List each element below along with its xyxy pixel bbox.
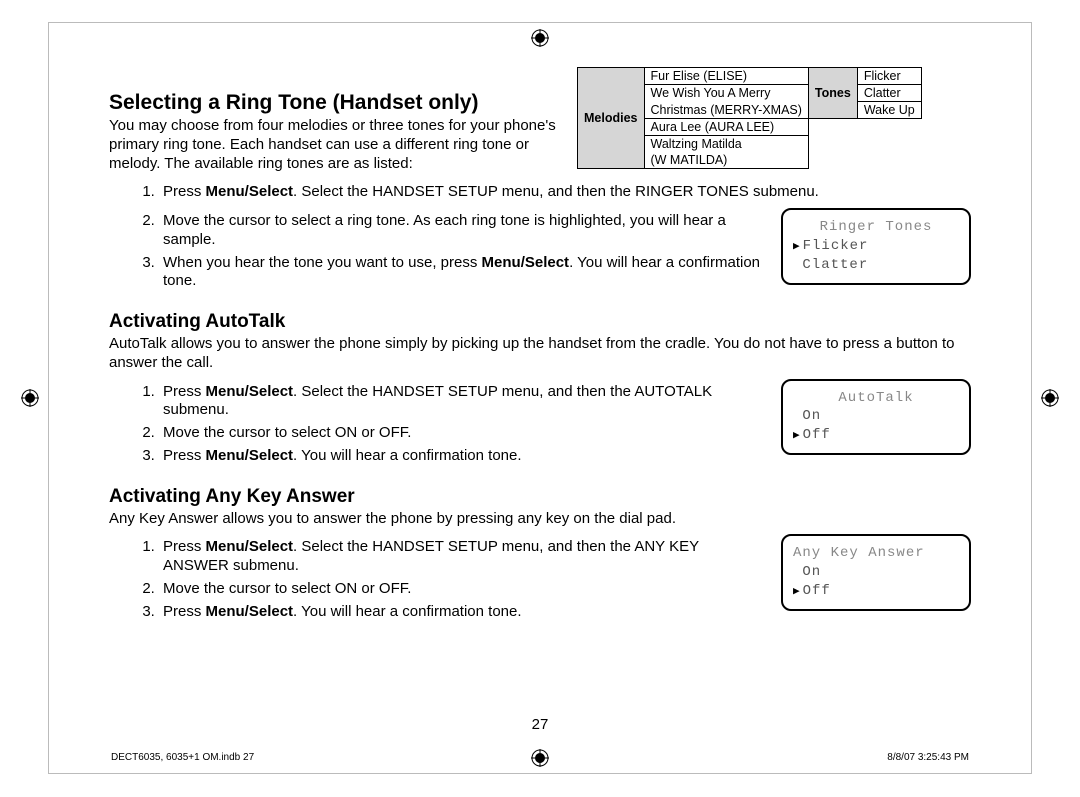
tones-header: Tones xyxy=(808,68,857,119)
footer-filename: DECT6035, 6035+1 OM.indb 27 xyxy=(111,752,254,763)
melodies-header: Melodies xyxy=(578,68,645,169)
step: Press Menu/Select. You will hear a confi… xyxy=(159,447,763,466)
section1-heading: Selecting a Ring Tone (Handset only) xyxy=(109,91,559,115)
page-number: 27 xyxy=(532,716,549,733)
section2-intro: AutoTalk allows you to answer the phone … xyxy=(109,335,971,373)
lcd-title: Any Key Answer xyxy=(793,544,959,563)
manual-page: Selecting a Ring Tone (Handset only) You… xyxy=(48,22,1032,774)
melody-cell: Christmas (MERRY-XMAS) xyxy=(644,102,808,119)
lcd-title: Ringer Tones xyxy=(793,218,959,237)
step: When you hear the tone you want to use, … xyxy=(159,254,763,292)
section2-heading: Activating AutoTalk xyxy=(109,311,971,333)
melody-cell: Aura Lee (AURA LEE) xyxy=(644,119,808,136)
step: Press Menu/Select. Select the HANDSET SE… xyxy=(159,183,971,202)
regmark-top-icon xyxy=(531,29,549,47)
lcd-ringer-tones: Ringer Tones Flicker Clatter xyxy=(781,208,971,285)
section3-intro: Any Key Answer allows you to answer the … xyxy=(109,510,971,529)
step: Press Menu/Select. Select the HANDSET SE… xyxy=(159,538,763,576)
lcd-row-selected: Flicker xyxy=(793,237,959,256)
melody-cell: (W MATILDA) xyxy=(644,152,808,169)
section1-intro: You may choose from four melodies or thr… xyxy=(109,117,559,173)
lcd-row-selected: Off xyxy=(793,426,959,445)
step: Press Menu/Select. You will hear a confi… xyxy=(159,603,763,622)
lcd-autotalk: AutoTalk On Off xyxy=(781,379,971,456)
step: Press Menu/Select. Select the HANDSET SE… xyxy=(159,383,763,421)
lcd-any-key-answer: Any Key Answer On Off xyxy=(781,534,971,611)
section3-steps: Press Menu/Select. Select the HANDSET SE… xyxy=(109,538,763,621)
section2-steps: Press Menu/Select. Select the HANDSET SE… xyxy=(109,383,763,466)
regmark-bottom-icon xyxy=(531,749,549,767)
step: Move the cursor to select ON or OFF. xyxy=(159,580,763,599)
melody-cell: Fur Elise (ELISE) xyxy=(644,68,808,85)
lcd-row: On xyxy=(793,407,959,426)
tone-cell: Flicker xyxy=(857,68,921,85)
regmark-left-icon xyxy=(21,389,39,407)
step: Move the cursor to select ON or OFF. xyxy=(159,424,763,443)
tone-cell: Clatter xyxy=(857,85,921,102)
section1-steps: Press Menu/Select. Select the HANDSET SE… xyxy=(109,183,971,202)
lcd-row: Clatter xyxy=(793,256,959,275)
lcd-row: On xyxy=(793,563,959,582)
regmark-right-icon xyxy=(1041,389,1059,407)
melody-cell: We Wish You A Merry xyxy=(644,85,808,102)
section3-heading: Activating Any Key Answer xyxy=(109,486,971,508)
lcd-title: AutoTalk xyxy=(793,389,959,408)
footer-timestamp: 8/8/07 3:25:43 PM xyxy=(887,752,969,763)
ringtone-table: Melodies Fur Elise (ELISE) Tones Flicker… xyxy=(577,67,922,169)
section1-steps-cont: Move the cursor to select a ring tone. A… xyxy=(109,212,763,291)
melody-cell: Waltzing Matilda xyxy=(644,136,808,153)
lcd-row-selected: Off xyxy=(793,582,959,601)
tone-cell: Wake Up xyxy=(857,102,921,119)
step: Move the cursor to select a ring tone. A… xyxy=(159,212,763,250)
